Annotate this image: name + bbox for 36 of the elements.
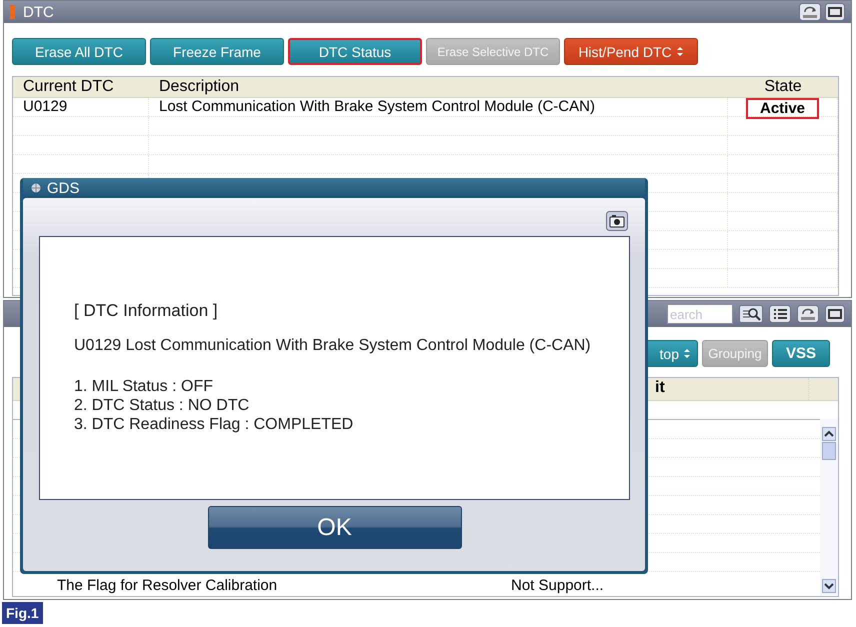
caret-icon[interactable] <box>676 46 684 57</box>
message-heading: [ DTC Information ] <box>74 301 219 321</box>
dtc-button[interactable]: Erase All DTC <box>12 38 146 65</box>
window-title: DTC <box>23 4 54 20</box>
table-cell-text: Not Support... <box>510 577 604 595</box>
info-line: 2. DTC Status : NO DTC <box>74 396 250 415</box>
dtc-button[interactable]: Freeze Frame <box>150 38 284 65</box>
column-header: Description <box>158 77 240 97</box>
scroll-down-icon[interactable] <box>822 579 836 593</box>
figure-label: Fig.1 <box>2 602 43 624</box>
retry-icon[interactable] <box>797 305 819 323</box>
globe-icon[interactable] <box>31 183 41 193</box>
toolbar-button[interactable]: VSS <box>772 340 830 367</box>
table-cell-text: The Flag for Resolver Calibration <box>56 577 278 595</box>
caret-icon[interactable] <box>683 348 691 359</box>
info-line: 1. MIL Status : OFF <box>74 377 214 396</box>
scroll-thumb[interactable] <box>822 442 836 460</box>
scroll-up-icon[interactable] <box>822 427 836 441</box>
scrollbar[interactable] <box>820 419 838 595</box>
ok-button[interactable]: OK <box>208 506 462 549</box>
dtc-button[interactable]: DTC Status <box>288 38 422 65</box>
column-header: Current DTC <box>22 77 115 97</box>
search-icon[interactable] <box>739 305 763 323</box>
table-cell: Lost Communication With Brake System Control Module (C-CAN) <box>149 98 728 116</box>
column-header: State <box>763 77 803 97</box>
state-cell: Active <box>746 98 820 119</box>
table-cell: U0129 <box>13 98 149 116</box>
list-icon[interactable] <box>769 305 791 323</box>
camera-icon[interactable] <box>606 211 628 231</box>
column-header: it <box>655 378 666 398</box>
dtc-button[interactable]: Hist/Pend DTC <box>564 38 698 65</box>
info-line: 3. DTC Readiness Flag : COMPLETED <box>74 415 354 434</box>
retry-icon[interactable] <box>799 3 821 21</box>
search-field[interactable]: earch <box>667 304 733 324</box>
message-text: U0129 Lost Communication With Brake System Control Module (C-CAN) <box>74 337 592 355</box>
dialog-title: GDS <box>47 180 80 196</box>
